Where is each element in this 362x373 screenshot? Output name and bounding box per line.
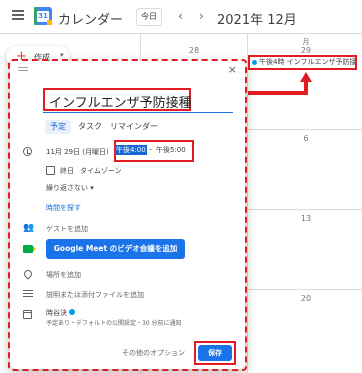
chevron-right-icon[interactable]: › — [199, 9, 204, 23]
day-number[interactable]: 20 — [298, 294, 314, 303]
calendar-settings-summary: 予定あり・デフォルトの公開設定・30 分前に通知 — [46, 320, 182, 327]
drag-handle-icon[interactable] — [18, 67, 28, 73]
tab-event[interactable]: 予定 — [45, 120, 71, 134]
repeat-select[interactable]: 繰り返さない ▾ — [46, 183, 94, 193]
all-day-checkbox[interactable] — [46, 166, 55, 175]
timezone-link[interactable]: タイムゾーン — [80, 166, 122, 176]
start-time-field[interactable]: 午後4:00 — [115, 145, 147, 155]
find-time-link[interactable]: 時間を探す — [46, 203, 81, 213]
event-date[interactable]: 11月 29日 (月曜日) — [46, 147, 109, 157]
description-icon — [23, 290, 33, 297]
add-guests-field[interactable]: ゲストを追加 — [46, 224, 88, 234]
day-number[interactable]: 13 — [298, 214, 314, 223]
all-day-label: 終日 — [60, 167, 74, 175]
chevron-down-icon: ▾ — [90, 184, 94, 192]
time-separator: – — [149, 145, 153, 153]
month-title: 2021年 12月 — [217, 13, 297, 28]
add-google-meet-button[interactable]: Google Meet のビデオ会議を追加 — [46, 239, 185, 259]
clock-icon — [23, 147, 32, 156]
tab-task[interactable]: タスク — [76, 120, 104, 134]
google-meet-icon — [23, 245, 36, 253]
grid-row-line — [245, 289, 362, 290]
app-title: カレンダー — [58, 13, 124, 28]
chevron-left-icon[interactable]: ‹ — [178, 9, 183, 23]
save-button[interactable]: 保存 — [198, 345, 232, 361]
close-icon[interactable]: × — [228, 63, 237, 76]
menu-icon[interactable] — [12, 10, 24, 20]
grid-column-line — [247, 34, 248, 373]
chevron-down-icon: ▾ — [60, 51, 64, 59]
day-number[interactable]: 6 — [300, 134, 312, 143]
calendar-logo-icon: 31 — [34, 7, 52, 25]
title-highlight-frame: インフルエンザ予防接種 — [43, 88, 192, 111]
grid-row-line — [245, 129, 362, 130]
event-title-input[interactable]: インフルエンザ予防接種 — [49, 92, 192, 111]
top-app-bar: 31 カレンダー 今日 ‹ › 2021年 12月 — [0, 0, 362, 34]
calendar-color-dot — [69, 309, 75, 315]
today-button[interactable]: 今日 — [136, 8, 162, 26]
repeat-label: 繰り返さない — [46, 184, 88, 192]
location-pin-icon — [22, 268, 34, 280]
title-underline — [43, 112, 233, 113]
grid-row-line — [245, 209, 362, 210]
people-icon: 👥 — [23, 223, 35, 233]
more-options-button[interactable]: その他のオプション — [122, 348, 185, 358]
day-number[interactable]: 29 — [300, 46, 312, 55]
tab-reminder[interactable]: リマインダー — [109, 120, 159, 134]
event-dot-icon — [252, 59, 257, 65]
add-description-field[interactable]: 説明または添付ファイルを追加 — [46, 290, 144, 300]
event-quick-create-dialog: × インフルエンザ予防接種 予定 タスク リマインダー 11月 29日 (月曜日… — [10, 61, 245, 369]
annotation-arrow-connector — [248, 91, 308, 95]
end-time-field[interactable]: 午後5:00 — [156, 145, 186, 155]
day-number[interactable]: 28 — [188, 46, 200, 55]
add-location-field[interactable]: 場所を追加 — [46, 270, 81, 280]
event-chip[interactable]: 午後4時 インフルエンザ予防接種 — [248, 55, 357, 70]
calendar-icon — [23, 310, 32, 319]
event-chip-label: 午後4時 インフルエンザ予防接種 — [259, 58, 357, 66]
calendar-owner-name[interactable]: 時谷決 — [46, 308, 67, 318]
